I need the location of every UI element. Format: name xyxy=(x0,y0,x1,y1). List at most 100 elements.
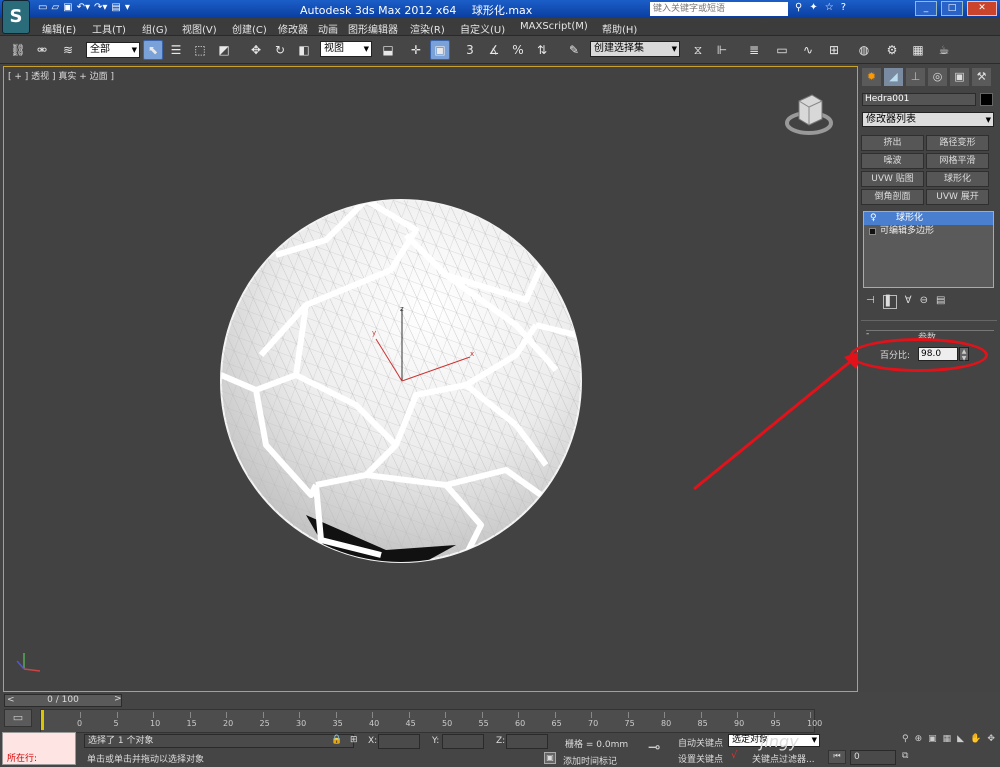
link-icon[interactable]: ⛓ xyxy=(8,40,28,60)
modifier-button-noise[interactable]: 噪波 xyxy=(861,153,924,169)
time-tag-icon[interactable]: ▣ xyxy=(544,752,556,764)
edit-named-sel-icon[interactable]: ✎ xyxy=(564,40,584,60)
subscription-icon[interactable]: ✦ xyxy=(809,2,817,13)
zoom-icon[interactable]: ⚲ xyxy=(902,734,909,749)
rollout-toggle-icon[interactable]: - xyxy=(866,329,869,339)
mini-curve-editor-icon[interactable]: ▭ xyxy=(4,709,32,727)
modifier-button-spherify[interactable]: 球形化 xyxy=(926,171,989,187)
select-object-icon[interactable]: ⬉ xyxy=(143,40,163,60)
tab-hierarchy-icon[interactable]: ⊥ xyxy=(906,68,925,86)
add-time-tag[interactable]: 添加时间标记 xyxy=(563,754,617,767)
modifier-button-unwrap-uvw[interactable]: UVW 展开 xyxy=(926,189,989,205)
percent-snap-icon[interactable]: % xyxy=(508,40,528,60)
undo-icon[interactable]: ↶▾ xyxy=(77,2,90,13)
select-by-name-icon[interactable]: ☰ xyxy=(166,40,186,60)
modifier-button-bevel-profile[interactable]: 倒角剖面 xyxy=(861,189,924,205)
app-logo-icon[interactable]: S xyxy=(2,0,30,34)
menu-rendering[interactable]: 渲染(R) xyxy=(410,21,445,36)
spinner-snap-icon[interactable]: ⇅ xyxy=(532,40,552,60)
rotate-icon[interactable]: ↻ xyxy=(270,40,290,60)
menu-animation[interactable]: 动画 xyxy=(318,21,338,36)
render-production-icon[interactable]: ☕ xyxy=(934,40,954,60)
modifier-button-extrude[interactable]: 挤出 xyxy=(861,135,924,151)
binoculars-icon[interactable]: ⚲ xyxy=(795,2,802,13)
angle-snap-icon[interactable]: ∡ xyxy=(484,40,504,60)
y-coord-field[interactable] xyxy=(442,734,484,749)
favorites-icon[interactable]: ☆ xyxy=(825,2,834,13)
search-input[interactable]: 键入关键字或短语 xyxy=(650,2,788,16)
rect-selection-icon[interactable]: ⬚ xyxy=(190,40,210,60)
menu-modifiers[interactable]: 修改器 xyxy=(278,21,308,36)
modifier-button-meshsmooth[interactable]: 网格平滑 xyxy=(926,153,989,169)
goto-start-icon[interactable]: ⏮ xyxy=(828,750,846,764)
viewcube[interactable] xyxy=(784,89,834,139)
tab-utilities-icon[interactable]: ⚒ xyxy=(972,68,991,86)
new-file-icon[interactable]: ▭ xyxy=(38,2,47,13)
fov-icon[interactable]: ◣ xyxy=(957,734,964,749)
select-manipulate-icon[interactable]: ✛ xyxy=(406,40,426,60)
show-end-result-icon[interactable]: ▌ xyxy=(882,295,897,309)
save-icon[interactable]: ▣ xyxy=(63,2,72,13)
stack-item-spherify[interactable]: ♀ 球形化 xyxy=(864,212,993,225)
expand-plus-icon[interactable] xyxy=(869,228,876,235)
window-crossing-icon[interactable]: ◩ xyxy=(214,40,234,60)
layer-manager-icon[interactable]: ≣ xyxy=(744,40,764,60)
key-filters-button[interactable]: 关键点过滤器... xyxy=(752,752,815,765)
menu-group[interactable]: 组(G) xyxy=(142,21,168,36)
orbit-icon[interactable]: ✥ xyxy=(987,734,995,749)
set-key-icon[interactable]: ⊸ xyxy=(648,738,661,756)
transform-gizmo[interactable]: z x y xyxy=(364,303,484,393)
close-icon[interactable]: ✕ xyxy=(967,1,997,16)
remove-modifier-icon[interactable]: ⊖ xyxy=(920,295,928,311)
ref-coord-dropdown[interactable]: 视图 xyxy=(320,41,372,57)
qat-dropdown-icon[interactable]: ▾ xyxy=(125,2,130,13)
curve-editor-icon[interactable]: ∿ xyxy=(798,40,818,60)
menu-graph-editors[interactable]: 图形编辑器 xyxy=(348,21,398,36)
help-icon[interactable]: ? xyxy=(841,2,846,13)
zoom-extents-all-icon[interactable]: ▦ xyxy=(943,734,952,749)
pivot-center-icon[interactable]: ⬓ xyxy=(378,40,398,60)
perspective-viewport[interactable]: [ + ] 透视 ] 真实 + 边面 ] z x y xyxy=(3,66,866,692)
key-filters-icon[interactable]: √ xyxy=(731,750,737,761)
menu-edit[interactable]: 编辑(E) xyxy=(42,21,76,36)
modifier-stack[interactable]: ♀ 球形化 可编辑多边形 xyxy=(863,211,994,288)
bulb-icon[interactable]: ♀ xyxy=(870,212,877,225)
menu-maxscript[interactable]: MAXScript(M) xyxy=(520,21,588,32)
auto-key-button[interactable]: 自动关键点 xyxy=(678,736,723,749)
align-icon[interactable]: ⊩ xyxy=(712,40,732,60)
object-name-field[interactable]: Hedra001 xyxy=(862,93,976,106)
mirror-icon[interactable]: ⧖ xyxy=(688,40,708,60)
zoom-extents-icon[interactable]: ▣ xyxy=(928,734,937,749)
lock-selection-icon[interactable]: 🔒 xyxy=(331,735,342,745)
menu-tools[interactable]: 工具(T) xyxy=(92,21,126,36)
material-editor-icon[interactable]: ◍ xyxy=(854,40,874,60)
selection-filter-dropdown[interactable]: 全部 xyxy=(86,42,140,58)
x-coord-field[interactable] xyxy=(378,734,420,749)
z-coord-field[interactable] xyxy=(506,734,548,749)
viewport-label[interactable]: [ + ] 透视 ] 真实 + 边面 ] xyxy=(8,69,114,82)
current-frame-field[interactable]: 0 xyxy=(850,750,896,765)
bind-space-warp-icon[interactable]: ≋ xyxy=(58,40,78,60)
project-folder-icon[interactable]: ▤ xyxy=(111,2,120,13)
named-selection-dropdown[interactable]: 创建选择集 xyxy=(590,41,680,57)
modifier-button-path-deform[interactable]: 路径变形 xyxy=(926,135,989,151)
time-slider[interactable]: < 0 / 100 xyxy=(4,694,122,707)
time-slider-left-icon[interactable]: < xyxy=(7,695,15,706)
pan-icon[interactable]: ✋ xyxy=(970,734,981,749)
rendered-frame-icon[interactable]: ▦ xyxy=(908,40,928,60)
modifier-button-uvw-map[interactable]: UVW 贴图 xyxy=(861,171,924,187)
tab-create-icon[interactable]: ✹ xyxy=(862,68,881,86)
make-unique-icon[interactable]: ∀ xyxy=(905,295,912,311)
configure-modifier-sets-icon[interactable]: ▤ xyxy=(936,295,945,311)
object-color-swatch[interactable] xyxy=(980,93,993,106)
set-key-button[interactable]: 设置关键点 xyxy=(678,752,723,765)
modifier-list-dropdown[interactable]: 修改器列表 xyxy=(862,112,994,127)
snap-3d-icon[interactable]: 3 xyxy=(460,40,480,60)
unlink-icon[interactable]: ⚮ xyxy=(32,40,52,60)
menu-help[interactable]: 帮助(H) xyxy=(602,21,637,36)
menu-customize[interactable]: 自定义(U) xyxy=(460,21,505,36)
menu-create[interactable]: 创建(C) xyxy=(232,21,267,36)
redo-icon[interactable]: ↷▾ xyxy=(94,2,107,13)
tab-display-icon[interactable]: ▣ xyxy=(950,68,969,86)
zoom-all-icon[interactable]: ⊕ xyxy=(915,734,923,749)
